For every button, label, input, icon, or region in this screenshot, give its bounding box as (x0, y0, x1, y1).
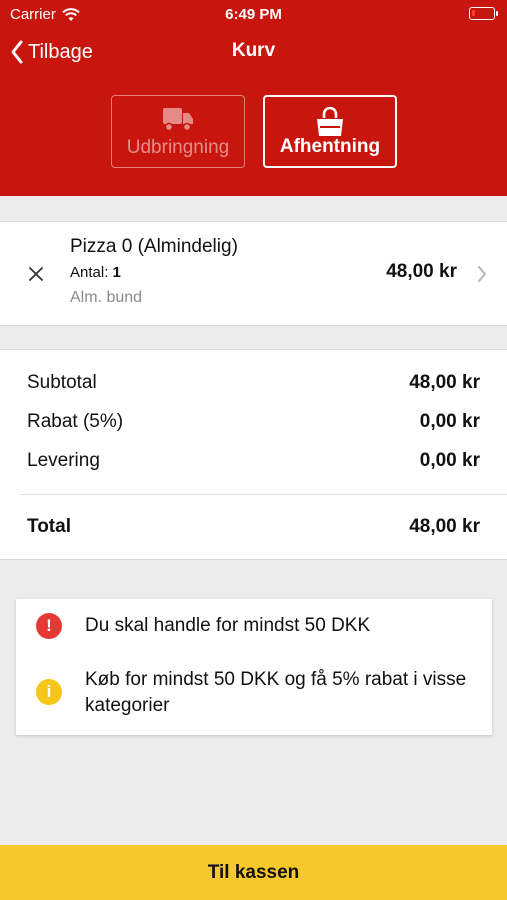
item-quantity-value: 1 (112, 264, 121, 281)
item-quantity: Antal: 1 (70, 264, 121, 281)
delivery-value: 0,00 kr (419, 450, 480, 471)
delivery-mode-label: Udbringning (126, 137, 230, 158)
info-notice-text: Køb for mindst 50 DKK og få 5% rabat i v… (85, 669, 467, 716)
info-notice: i Køb for mindst 50 DKK og få 5% rabat i… (36, 667, 476, 719)
info-icon: i (36, 679, 62, 705)
cart-item[interactable]: Pizza 0 (Almindelig) Antal: 1 Alm. bund … (0, 221, 507, 326)
totals-card: Subtotal 48,00 kr Rabat (5%) 0,00 kr Lev… (0, 349, 507, 560)
subtotal-value: 48,00 kr (409, 372, 480, 393)
delivery-row: Levering 0,00 kr (27, 450, 480, 472)
total-row: Total 48,00 kr (27, 516, 480, 538)
discount-row: Rabat (5%) 0,00 kr (27, 411, 480, 433)
item-option: Alm. bund (70, 289, 143, 306)
delivery-label: Levering (27, 450, 100, 471)
item-name: Pizza 0 (Almindelig) (70, 236, 238, 257)
total-value: 48,00 kr (409, 516, 480, 537)
remove-item-icon[interactable] (26, 264, 46, 284)
notices-card: ! Du skal handle for mindst 50 DKK i Køb… (16, 599, 492, 735)
battery-level (472, 10, 475, 16)
checkout-button[interactable]: Til kassen (0, 845, 507, 900)
error-notice-text: Du skal handle for mindst 50 DKK (85, 615, 371, 636)
discount-label: Rabat (5%) (27, 411, 124, 432)
item-quantity-label: Antal: (70, 264, 109, 281)
subtotal-row: Subtotal 48,00 kr (27, 372, 480, 394)
shopping-bag-icon (317, 107, 343, 136)
totals-divider (20, 494, 507, 495)
delivery-mode-button[interactable]: Udbringning (111, 95, 245, 168)
error-notice: ! Du skal handle for mindst 50 DKK (36, 613, 476, 639)
header: Carrier 6:49 PM Tilbage Kurv Udbringning… (0, 0, 507, 196)
status-bar: Carrier 6:49 PM (0, 0, 507, 28)
discount-value: 0,00 kr (419, 411, 480, 432)
truck-icon (163, 108, 193, 132)
pickup-mode-button[interactable]: Afhentning (263, 95, 397, 168)
total-label: Total (27, 516, 71, 537)
nav-bar: Tilbage Kurv (0, 36, 507, 68)
chevron-right-icon[interactable] (477, 265, 487, 283)
status-time: 6:49 PM (225, 6, 282, 23)
page-title: Kurv (231, 40, 276, 61)
pickup-mode-label: Afhentning (279, 136, 381, 157)
item-price: 48,00 kr (386, 261, 457, 282)
battery-icon (469, 7, 498, 20)
subtotal-label: Subtotal (27, 372, 97, 393)
alert-icon: ! (36, 613, 62, 639)
